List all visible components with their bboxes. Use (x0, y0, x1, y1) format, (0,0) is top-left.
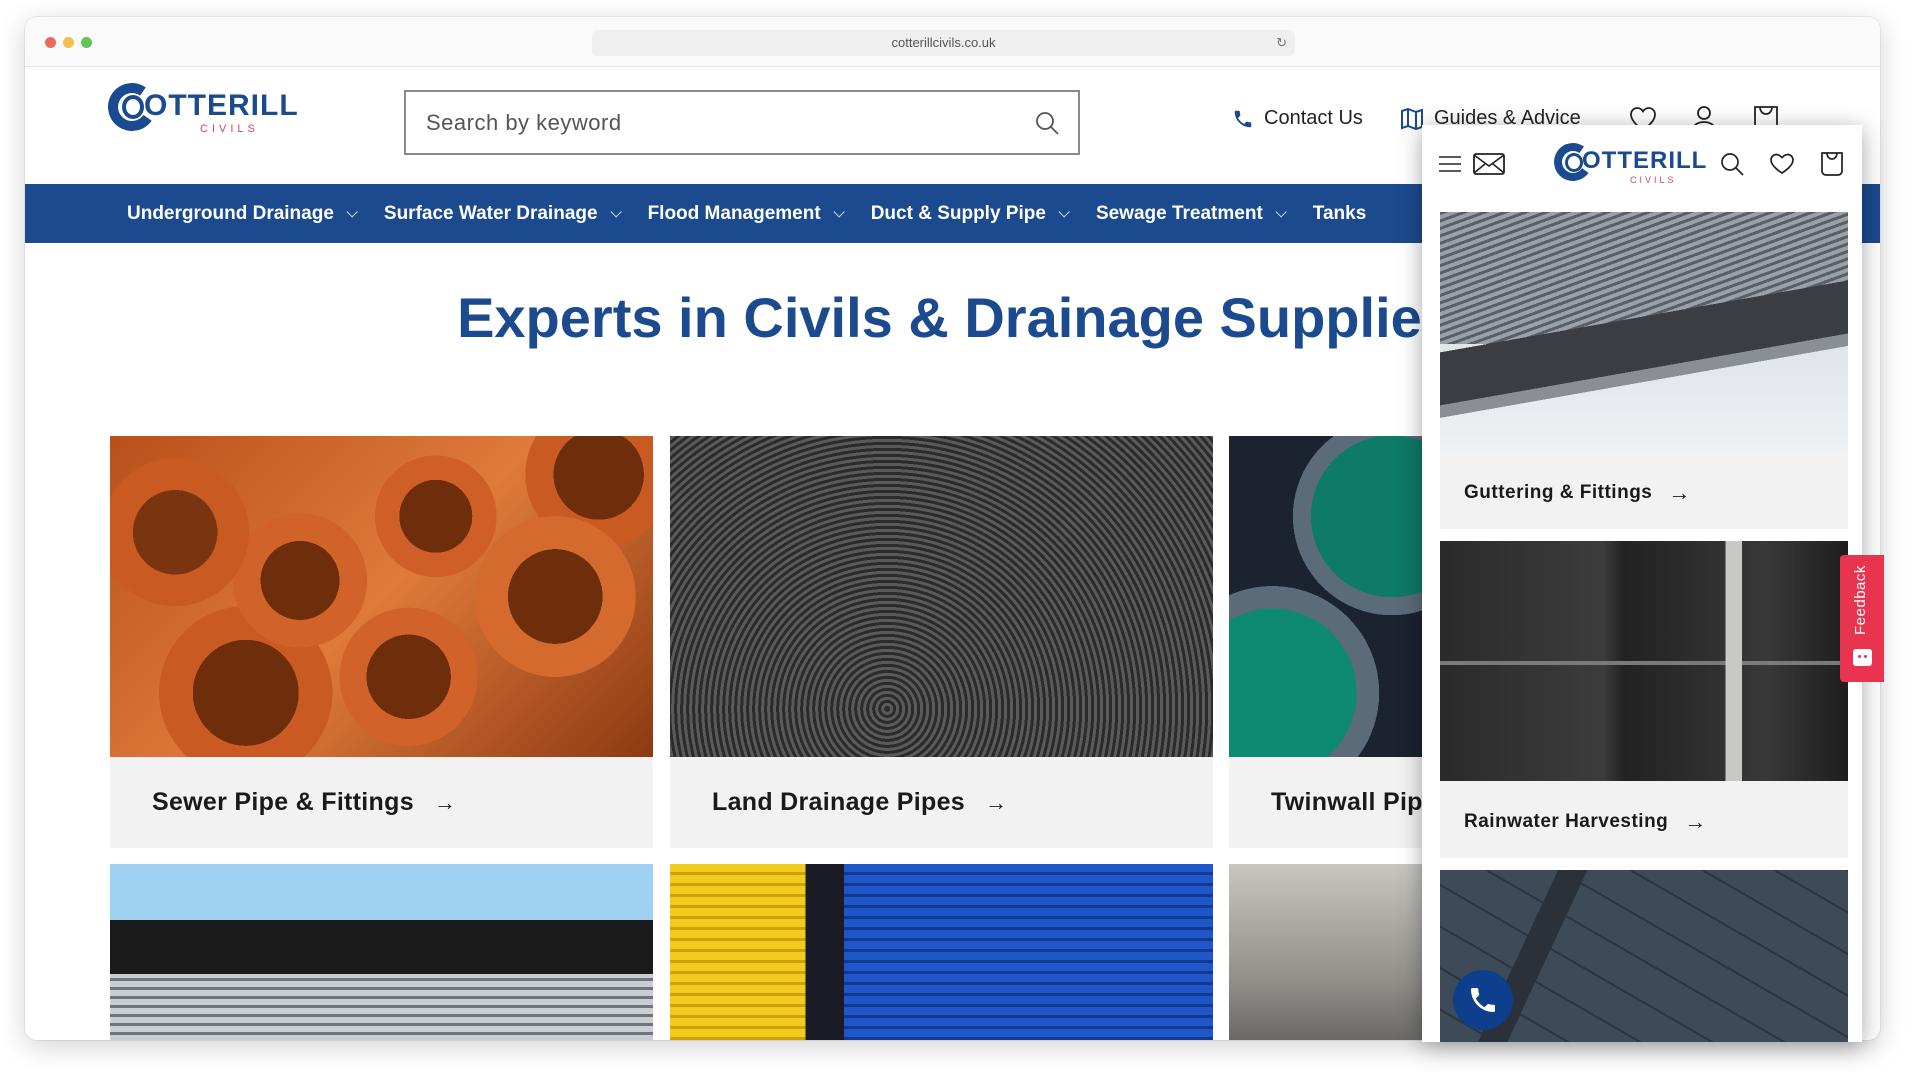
search-icon[interactable] (1718, 150, 1746, 178)
category-title: Twinwall Pipe (1271, 788, 1437, 816)
feedback-tab[interactable]: Feedback (1840, 555, 1884, 682)
category-image (1440, 541, 1848, 781)
nav-flood-management[interactable]: Flood Management (647, 202, 845, 225)
smiley-chat-icon (1853, 649, 1872, 666)
arrow-right-icon: → (433, 789, 457, 815)
nav-label: Surface Water Drainage (383, 202, 598, 224)
category-card-ducting[interactable] (670, 864, 1213, 1040)
logo-subtitle: CIVILS (1630, 175, 1677, 185)
category-label: Sewer Pipe & Fittings → (152, 788, 456, 817)
email-envelope-icon[interactable] (1472, 150, 1506, 178)
category-image (1440, 212, 1848, 452)
close-window-button[interactable] (45, 37, 56, 48)
logo-o-mark (122, 95, 144, 119)
contact-us-label: Contact Us (1264, 107, 1363, 129)
category-label: Rainwater Harvesting → (1464, 809, 1707, 835)
chevron-down-icon (1058, 205, 1070, 218)
address-bar[interactable]: cotterillcivils.co.uk ↻ (592, 30, 1295, 56)
arrow-right-icon: → (1668, 480, 1691, 505)
mobile-site-logo[interactable]: OTTERILL CIVILS (1550, 139, 1706, 189)
wishlist-heart-icon[interactable] (1768, 150, 1796, 178)
screen: cotterillcivils.co.uk ↻ OTTERILL CIVILS … (0, 0, 1920, 1080)
mobile-preview-panel: OTTERILL CIVILS Guttering & Fittings → Ra… (1422, 125, 1862, 1042)
nav-label: Underground Drainage (127, 202, 334, 224)
category-title: Land Drainage Pipes (712, 788, 965, 816)
minimize-window-button[interactable] (63, 37, 74, 48)
chevron-down-icon (346, 205, 358, 218)
mobile-header: OTTERILL CIVILS (1422, 125, 1862, 205)
map-icon (1401, 107, 1423, 130)
site-logo[interactable]: OTTERILL CIVILS (104, 79, 298, 137)
search-input[interactable] (406, 92, 1078, 153)
search-box (404, 90, 1080, 155)
call-us-button[interactable] (1453, 970, 1513, 1030)
category-label: Guttering & Fittings → (1464, 480, 1691, 506)
mobile-category-card-guttering[interactable]: Guttering & Fittings → (1440, 212, 1848, 529)
logo-o-mark (1565, 153, 1583, 172)
nav-label: Tanks (1312, 202, 1367, 224)
logo-subtitle: CIVILS (200, 123, 259, 135)
category-image (670, 436, 1213, 757)
category-title: Sewer Pipe & Fittings (152, 788, 414, 816)
headline-text: Experts in Civils & Drainage Supplies (457, 286, 1453, 349)
nav-underground-drainage[interactable]: Underground Drainage (127, 202, 358, 225)
basket-bag-icon[interactable] (1818, 150, 1846, 178)
arrow-right-icon: → (1684, 809, 1707, 834)
category-title: Rainwater Harvesting (1464, 811, 1669, 832)
chevron-down-icon (833, 205, 845, 218)
nav-label: Duct & Supply Pipe (870, 202, 1046, 224)
phone-icon (1234, 110, 1252, 127)
nav-sewage-treatment[interactable]: Sewage Treatment (1095, 202, 1287, 225)
nav-tanks[interactable]: Tanks (1313, 203, 1367, 225)
logo-wordmark: OTTERILL (1582, 147, 1708, 174)
maximize-window-button[interactable] (81, 37, 92, 48)
nav-duct-supply-pipe[interactable]: Duct & Supply Pipe (870, 202, 1070, 225)
search-icon[interactable] (1034, 110, 1060, 136)
category-label: Land Drainage Pipes → (712, 788, 1007, 817)
category-image (110, 864, 653, 1040)
nav-surface-water-drainage[interactable]: Surface Water Drainage (383, 202, 622, 225)
feedback-label: Feedback (1852, 565, 1869, 635)
category-card-sewer-pipe[interactable]: Sewer Pipe & Fittings → (110, 436, 653, 848)
phone-icon (1471, 988, 1495, 1012)
chevron-down-icon (1275, 205, 1287, 218)
category-image (110, 436, 653, 757)
nav-label: Sewage Treatment (1095, 202, 1263, 224)
hamburger-menu-icon[interactable] (1436, 150, 1464, 178)
logo-wordmark: OTTERILL (144, 89, 299, 122)
category-image (670, 864, 1213, 1040)
nav-label: Flood Management (647, 202, 821, 224)
url-text: cotterillcivils.co.uk (891, 35, 996, 50)
category-card-tanks[interactable] (110, 864, 653, 1040)
reload-icon[interactable]: ↻ (1276, 30, 1287, 56)
browser-titlebar: cotterillcivils.co.uk ↻ (25, 17, 1880, 67)
contact-us-link[interactable]: Contact Us (1232, 107, 1363, 130)
chevron-down-icon (610, 205, 622, 218)
category-title: Guttering & Fittings (1464, 482, 1653, 503)
mobile-category-card-rainwater-harvesting[interactable]: Rainwater Harvesting → (1440, 541, 1848, 858)
arrow-right-icon: → (985, 789, 1008, 815)
category-card-land-drainage[interactable]: Land Drainage Pipes → (670, 436, 1213, 848)
